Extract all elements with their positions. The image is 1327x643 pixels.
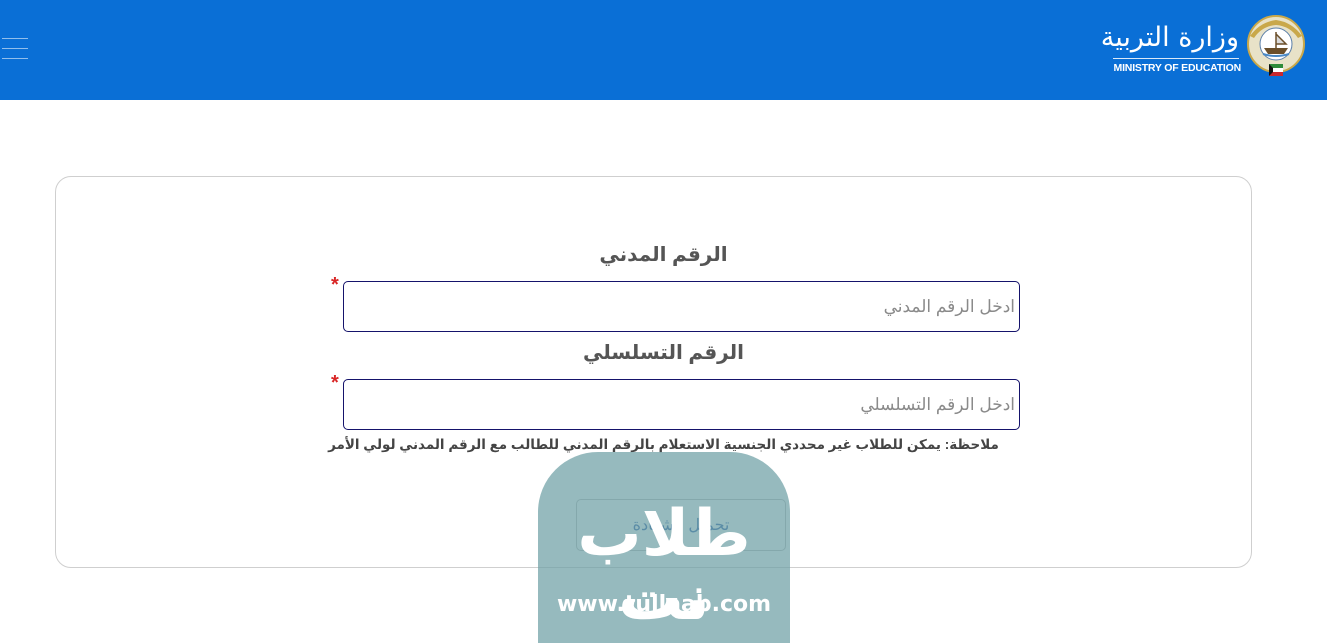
serial-number-input[interactable] [343, 379, 1020, 430]
hamburger-menu-icon[interactable] [2, 38, 28, 60]
watermark-url: www.tullaab.com [556, 592, 772, 617]
form-note: ملاحظة: يمكن للطلاب غير محددي الجنسية ال… [328, 437, 999, 452]
serial-number-required-mark: * [331, 372, 339, 394]
brand-english: MINISTRY OF EDUCATION [1113, 62, 1242, 74]
kuwait-emblem-icon [1247, 15, 1305, 76]
brand-divider [1113, 58, 1239, 59]
civil-id-required-mark: * [331, 274, 339, 296]
brand-arabic: وزارة التربية [1100, 22, 1239, 53]
top-header: وزارة التربية MINISTRY OF EDUCATION [0, 0, 1327, 100]
serial-number-label: الرقم التسلسلي [583, 342, 744, 364]
civil-id-label: الرقم المدني [599, 244, 728, 266]
download-certificate-button[interactable]: تحميل الشهادة [576, 499, 786, 551]
civil-id-input[interactable] [343, 281, 1020, 332]
